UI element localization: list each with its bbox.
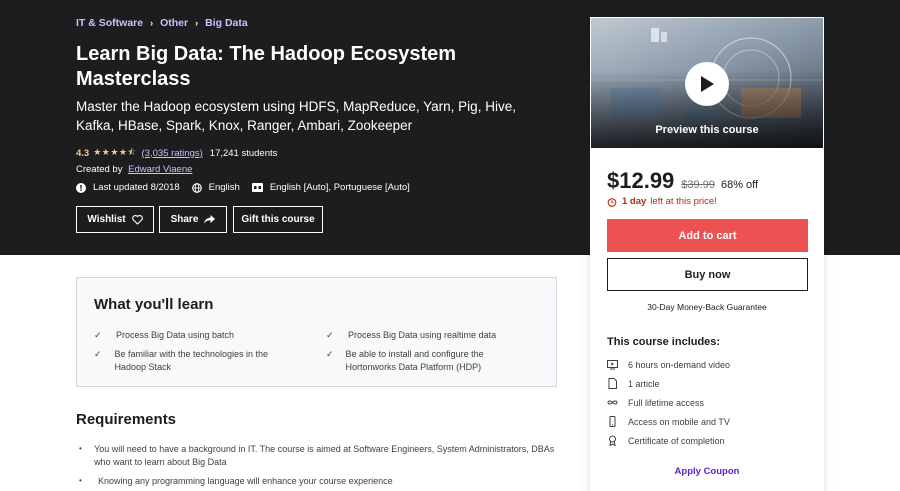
learn-item: ✓ Process Big Data using realtime data xyxy=(326,329,541,342)
chevron-right-icon: › xyxy=(150,18,154,28)
includes-list: 6 hours on-demand video 1 article Full l… xyxy=(607,355,730,450)
learn-item-text: Be able to install and configure the Hor… xyxy=(345,349,484,372)
gift-course-button[interactable]: Gift this course xyxy=(233,206,323,233)
buy-now-button[interactable]: Buy now xyxy=(607,258,808,291)
captions-text: English [Auto], Portuguese [Auto] xyxy=(269,182,410,193)
add-to-cart-button[interactable]: Add to cart xyxy=(607,219,808,252)
share-label: Share xyxy=(170,214,199,225)
gift-course-label: Gift this course xyxy=(241,214,315,225)
captions: English [Auto], Portuguese [Auto] xyxy=(251,182,410,193)
last-updated: Last updated 8/2018 xyxy=(76,182,180,193)
course-title: Learn Big Data: The Hadoop Ecosystem Mas… xyxy=(76,43,457,90)
include-text: 6 hours on-demand video xyxy=(628,359,731,370)
alert-badge-icon xyxy=(76,182,86,193)
language: English xyxy=(191,182,240,193)
language-text: English xyxy=(208,182,240,193)
list-item: 6 hours on-demand video xyxy=(607,355,730,374)
checkmark-icon: ✓ xyxy=(94,330,102,340)
purchase-sidebar-card: Preview this course $12.99 $39.99 68% of… xyxy=(590,17,824,491)
include-text: 1 article xyxy=(628,378,660,389)
bullet-icon: • xyxy=(79,476,82,485)
timer-days: 1 day xyxy=(622,196,647,207)
play-icon xyxy=(701,76,714,92)
rating-row: 4.3 ★★★★⯪ (3,035 ratings) 17,241 student… xyxy=(76,145,277,161)
price-timer: 1 day left at this price! xyxy=(607,196,717,207)
share-button[interactable]: Share xyxy=(159,206,227,233)
learn-item: ✓ Process Big Data using batch xyxy=(94,329,284,342)
list-item: • Knowing any programming language will … xyxy=(76,475,566,488)
star-rating-icon: ★★★★⯪ xyxy=(93,147,137,157)
chevron-right-icon: › xyxy=(195,18,199,28)
include-text: Access on mobile and TV xyxy=(628,416,730,427)
learn-title: What you'll learn xyxy=(94,296,214,313)
requirement-text: Knowing any programming language will en… xyxy=(98,476,393,486)
list-item: Certificate of completion xyxy=(607,431,730,450)
heart-icon xyxy=(131,214,143,225)
course-preview[interactable]: Preview this course xyxy=(591,18,823,148)
checkmark-icon: ✓ xyxy=(326,330,334,340)
learn-item-text: Be familiar with the technologies in the… xyxy=(114,349,269,372)
mobile-icon xyxy=(609,416,616,427)
globe-icon xyxy=(191,182,202,193)
course-subtitle: Master the Hadoop ecosystem using HDFS, … xyxy=(76,99,516,133)
requirements-list: • You will need to have a background in … xyxy=(76,443,566,491)
wishlist-button[interactable]: Wishlist xyxy=(76,206,154,233)
article-icon xyxy=(608,378,617,389)
price-row: $12.99 $39.99 68% off xyxy=(607,168,758,194)
rating-value: 4.3 xyxy=(76,147,90,159)
bullet-icon: • xyxy=(79,444,82,453)
wishlist-label: Wishlist xyxy=(87,214,126,225)
apply-coupon-link[interactable]: Apply Coupon xyxy=(591,466,823,477)
closed-captions-icon xyxy=(251,183,263,192)
breadcrumb-other[interactable]: Other xyxy=(160,17,188,29)
include-text: Full lifetime access xyxy=(628,397,705,408)
preview-label: Preview this course xyxy=(655,124,759,136)
includes-title: This course includes: xyxy=(607,336,721,348)
ratings-count-link[interactable]: (3,035 ratings) xyxy=(142,148,203,159)
created-by-label: Created by xyxy=(76,164,123,175)
infinity-icon xyxy=(607,400,618,405)
include-text: Certificate of completion xyxy=(628,435,725,446)
learn-item-text: Process Big Data using batch xyxy=(116,330,235,340)
breadcrumb-big-data[interactable]: Big Data xyxy=(205,17,248,29)
alarm-clock-icon xyxy=(607,197,617,207)
learn-item-text: Process Big Data using realtime data xyxy=(348,330,497,340)
checkmark-icon: ✓ xyxy=(94,349,102,359)
breadcrumb: IT & Software › Other › Big Data xyxy=(76,17,248,29)
money-back-guarantee: 30-Day Money-Back Guarantee xyxy=(647,302,767,312)
what-you-will-learn: What you'll learn ✓ Process Big Data usi… xyxy=(76,277,557,387)
certificate-icon xyxy=(609,435,616,446)
author-link[interactable]: Edward Viaene xyxy=(128,164,192,175)
play-button[interactable] xyxy=(685,62,729,106)
last-updated-text: Last updated 8/2018 xyxy=(93,182,180,193)
breadcrumb-it-software[interactable]: IT & Software xyxy=(76,17,143,29)
video-icon xyxy=(607,360,618,370)
learn-item: ✓ Be familiar with the technologies in t… xyxy=(94,348,294,374)
learn-item: ✓ Be able to install and configure the H… xyxy=(326,348,504,374)
requirements-title: Requirements xyxy=(76,411,177,428)
current-price: $12.99 xyxy=(607,168,675,193)
list-item: Full lifetime access xyxy=(607,393,730,412)
discount-percent: 68% off xyxy=(720,179,759,191)
checkmark-icon: ✓ xyxy=(326,349,334,359)
requirement-text: You will need to have a background in IT… xyxy=(94,444,555,467)
student-count: 17,241 students xyxy=(209,147,278,159)
meta-row: Last updated 8/2018 English English [Aut… xyxy=(76,182,422,193)
timer-text: left at this price! xyxy=(650,196,717,207)
list-item: 1 article xyxy=(607,374,730,393)
list-item: • You will need to have a background in … xyxy=(76,443,566,468)
share-arrow-icon xyxy=(204,215,216,224)
created-by-row: Created by Edward Viaene xyxy=(76,164,192,175)
original-price: $39.99 xyxy=(681,179,715,191)
list-item: Access on mobile and TV xyxy=(607,412,730,431)
